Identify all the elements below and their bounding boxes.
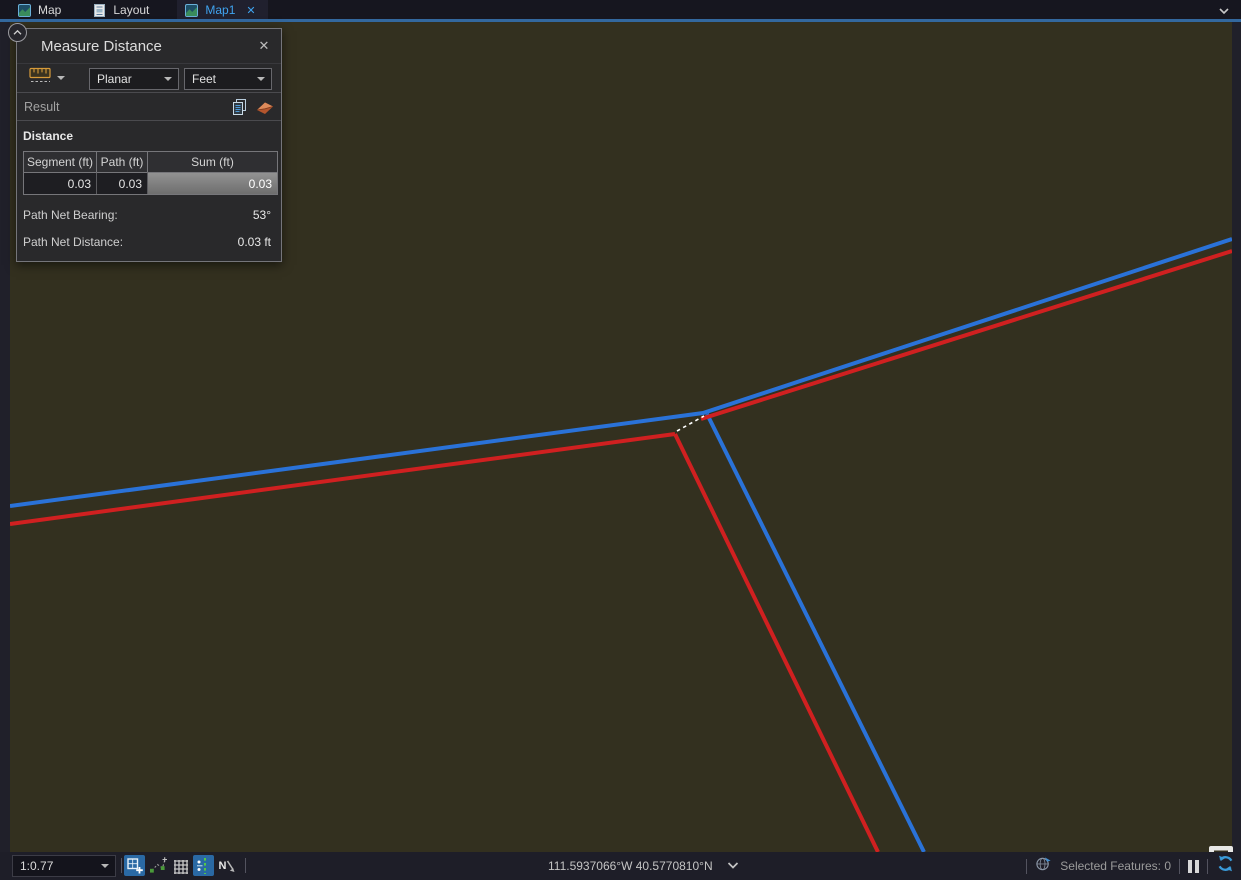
path-net-distance-value: 0.03 ft [238,235,271,249]
dynamic-constraints-icon[interactable] [193,855,214,876]
table-cell: 0.03 [148,172,277,194]
measure-distance-dialog: Measure Distance ✕ Planar Feet [16,28,282,262]
tab-map1[interactable]: Map1 ✕ [177,0,267,20]
tab-layout[interactable]: Layout [85,0,161,20]
dropdown-caret-icon [101,864,109,868]
separator [1026,859,1027,874]
cursor-coordinates: 111.5937066°W 40.5770810°N [548,859,713,873]
north-arrow-icon[interactable]: N [216,855,237,876]
separator [121,858,122,873]
measure-segment-line [677,416,704,431]
arcgis-pro-window: Map Layout Map1 ✕ Measure Distance ✕ [0,0,1241,880]
status-bar: 1:0.77 N 111.5937066°W 40.5770810°N Sel [0,852,1241,880]
tab-label: Layout [113,3,149,17]
svg-text:N: N [218,860,226,872]
path-net-distance-row: Path Net Distance: 0.03 ft [23,235,271,249]
tab-close-icon[interactable]: ✕ [246,4,255,17]
path-net-bearing-row: Path Net Bearing: 53° [23,208,271,222]
distance-table: Segment (ft)Path (ft)Sum (ft) 0.030.030.… [23,151,278,195]
separator [1207,859,1208,874]
dialog-close-icon[interactable]: ✕ [255,37,273,55]
result-row: Result [17,93,281,121]
result-label: Result [24,100,59,114]
separator [1179,859,1180,874]
dialog-title: Measure Distance [41,38,162,55]
tab-label: Map1 [205,3,235,17]
left-edge-strip [0,22,10,852]
grid-icon[interactable] [170,855,191,876]
red-road-branch [675,434,878,852]
measure-type-value: Planar [90,72,164,86]
tab-overflow-chevron-icon[interactable] [1217,4,1231,16]
view-tab-bar: Map Layout Map1 ✕ [0,0,1241,20]
measure-toolbar: Planar Feet [17,63,281,93]
dialog-body: Distance Segment (ft)Path (ft)Sum (ft) 0… [17,121,281,261]
red-road-left [10,434,675,524]
selection-status-group: Selected Features: 0 [1026,852,1235,880]
separator [245,858,246,873]
blue-road-main [10,239,1232,506]
distance-table-value-row: 0.030.030.03 [24,172,277,194]
dialog-title-bar[interactable]: Measure Distance ✕ [17,29,281,63]
distance-section-label: Distance [23,129,271,143]
refresh-map-icon[interactable] [1216,854,1235,878]
column-header: Segment (ft) [24,152,97,172]
measure-type-select[interactable]: Planar [89,68,179,90]
unit-value: Feet [185,72,257,86]
dropdown-caret-icon [257,77,265,81]
table-cell: 0.03 [97,172,148,194]
coordinates-group: 111.5937066°W 40.5770810°N [548,852,740,880]
selected-features-count: Selected Features: 0 [1060,859,1171,873]
unit-select[interactable]: Feet [184,68,272,90]
map-icon [18,4,31,17]
sketch-vertices-icon[interactable] [147,855,168,876]
table-cell: 0.03 [24,172,97,194]
distance-table-header-row: Segment (ft)Path (ft)Sum (ft) [24,152,277,172]
path-net-bearing-label: Path Net Bearing: [23,208,118,222]
dropdown-caret-icon [164,77,172,81]
map-scale-select[interactable]: 1:0.77 [12,855,116,877]
blue-road-branch [707,414,924,852]
path-net-bearing-value: 53° [253,208,271,222]
map-scale-value: 1:0.77 [13,859,101,873]
measure-mode-dropdown-button[interactable] [23,66,71,90]
copy-result-icon[interactable] [230,97,250,117]
path-net-distance-label: Path Net Distance: [23,235,123,249]
coordinates-chevron-icon[interactable] [726,857,740,875]
pause-drawing-icon[interactable] [1188,860,1199,873]
map-icon [185,4,198,17]
column-header: Path (ft) [97,152,148,172]
dialog-collapse-button[interactable] [8,23,27,42]
right-edge-strip [1232,22,1241,852]
tab-map[interactable]: Map [10,0,73,20]
layout-icon [93,4,106,17]
ruler-icon [29,67,53,89]
dropdown-caret-icon [57,76,65,80]
red-road-right [701,251,1232,419]
column-header: Sum (ft) [148,152,277,172]
clear-results-eraser-icon[interactable] [255,97,275,117]
selected-features-icon [1035,855,1052,877]
snapping-toggle-icon[interactable] [124,855,145,876]
tab-label: Map [38,3,61,17]
status-tool-group: N [121,855,246,876]
